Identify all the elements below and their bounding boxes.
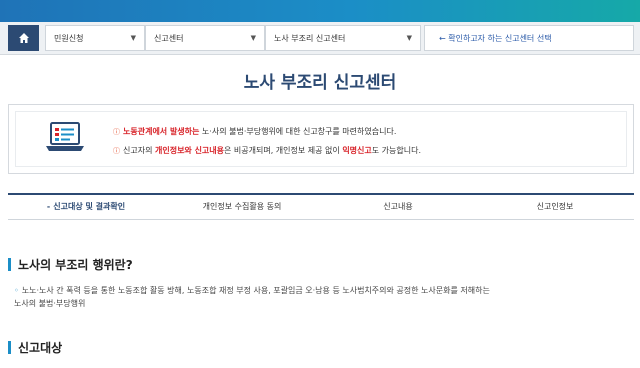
notice-inner-border: [15, 111, 627, 167]
tab-privacy-consent[interactable]: 개인정보 수집활용 동의: [164, 195, 320, 217]
home-button[interactable]: [8, 25, 39, 51]
tab-label: 신고내용: [383, 201, 413, 211]
page-title: 노사 부조리 신고센터: [243, 73, 397, 93]
bullet-icon: ◦: [14, 286, 19, 295]
notice-text: 신고자의: [123, 146, 155, 155]
notice-text: 은 비공개되며, 개인정보 제공 없이: [224, 146, 343, 155]
tab-reporter-info[interactable]: 신고인정보: [476, 195, 634, 217]
notice-text: 노·사의 불법·부당행위에 대한 신고창구를 마련하였습니다.: [199, 127, 397, 136]
tab-label: 신고대상 및 결과확인: [53, 201, 126, 211]
chevron-down-icon: ▼: [130, 34, 136, 42]
section-heading-text: 노사의 부조리 행위란?: [18, 258, 133, 272]
home-icon: [18, 33, 29, 43]
tab-label: 개인정보 수집활용 동의: [202, 201, 282, 211]
laptop-form-icon: [46, 122, 84, 151]
info-icon: ⓘ: [113, 147, 120, 155]
notice-highlight: 개인정보와 신고내용: [154, 146, 225, 155]
notice-line-2: ⓘ 신고자의 개인정보와 신고내용은 비공개되며, 개인정보 제공 없이 익명신고…: [113, 145, 421, 156]
nav-select-label: 민원신청: [54, 33, 84, 43]
notice-line-1: ⓘ 노동관계에서 발생하는 노·사의 불법·부당행위에 대한 신고창구를 마련하였…: [113, 126, 396, 137]
description-line-2: 노사의 불법·부당행위: [14, 299, 86, 308]
chevron-down-icon: ▼: [250, 34, 256, 42]
section-heading-misconduct: 노사의 부조리 행위란?: [8, 256, 133, 273]
nav-select-label: 신고센터: [154, 33, 184, 43]
info-icon: ⓘ: [113, 128, 120, 136]
nav-select-label: 노사 부조리 신고센터: [274, 33, 346, 43]
location-navbar: 민원신청 ▼ 신고센터 ▼ 노사 부조리 신고센터 ▼ ← 확인하고자 하는 신…: [0, 22, 640, 55]
heading-bar: [8, 341, 11, 354]
notice-highlight: 노동관계에서 발생하는: [123, 127, 200, 136]
tab-label: 신고인정보: [536, 201, 574, 211]
notice-highlight: 익명신고: [342, 146, 372, 155]
nav-select-center[interactable]: 신고센터 ▼: [145, 25, 265, 51]
nav-select-report-center[interactable]: 노사 부조리 신고센터 ▼: [265, 25, 421, 51]
heading-bar: [8, 258, 11, 271]
section-heading-target: 신고대상: [8, 339, 62, 356]
description-line-1: ◦ 노노·노사 간 폭력 등을 통한 노동조합 활동 방해, 노동조합 재정 부정…: [14, 284, 624, 297]
active-marker: -: [46, 201, 51, 211]
center-guide-link[interactable]: ← 확인하고자 하는 신고센터 선택: [424, 25, 634, 51]
step-tabs: - 신고대상 및 결과확인 개인정보 수집활용 동의 신고내용 신고인정보: [8, 193, 634, 220]
section-heading-text: 신고대상: [18, 341, 63, 355]
tab-report-content[interactable]: 신고내용: [320, 195, 476, 217]
misconduct-description: ◦ 노노·노사 간 폭력 등을 통한 노동조합 활동 방해, 노동조합 재정 부정…: [14, 284, 624, 310]
chevron-down-icon: ▼: [406, 34, 412, 42]
nav-select-minwon[interactable]: 민원신청 ▼: [45, 25, 145, 51]
description-text: 노노·노사 간 폭력 등을 통한 노동조합 활동 방해, 노동조합 재정 부정 …: [21, 286, 490, 295]
tab-report-target[interactable]: - 신고대상 및 결과확인: [8, 195, 164, 217]
notice-box: ⓘ 노동관계에서 발생하는 노·사의 불법·부당행위에 대한 신고창구를 마련하였…: [8, 104, 634, 174]
notice-text: 도 가능합니다.: [371, 146, 422, 155]
top-banner: [0, 0, 640, 22]
